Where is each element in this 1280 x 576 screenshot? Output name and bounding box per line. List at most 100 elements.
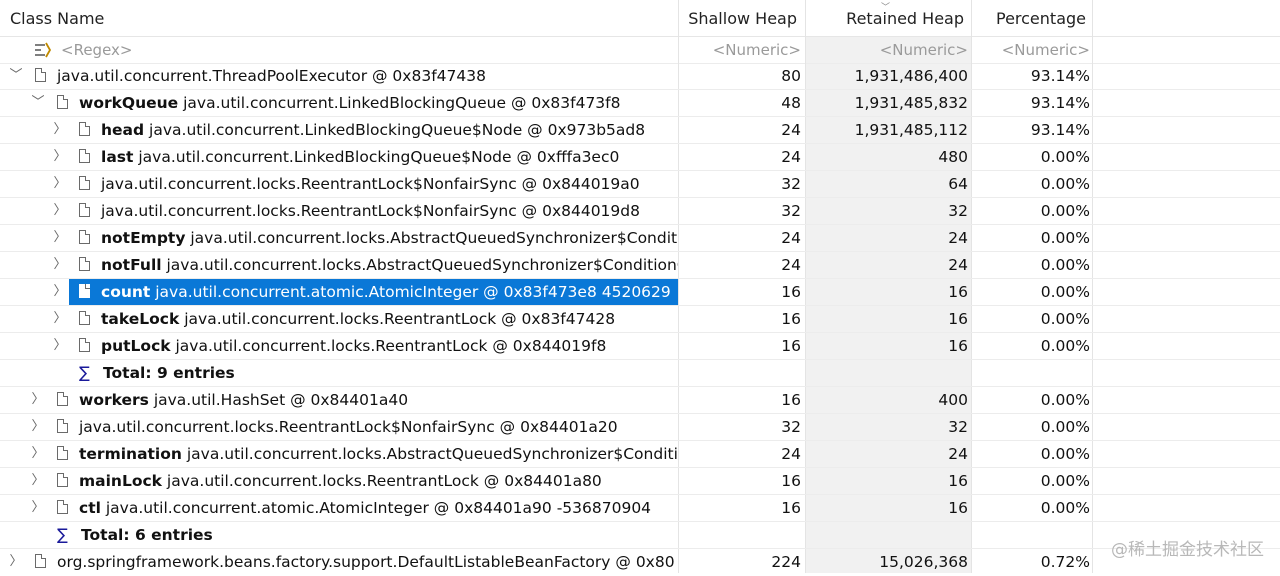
retained-heap-value: 1,931,485,832	[854, 94, 968, 112]
percentage-value: 93.14%	[1030, 67, 1090, 85]
tree-row[interactable]: 〉 last java.util.concurrent.LinkedBlocki…	[0, 144, 1280, 171]
percentage-value: 0.00%	[1040, 283, 1090, 301]
retained-heap-value: 400	[938, 391, 968, 409]
tree-row[interactable]: 〉 ctl java.util.concurrent.atomic.Atomic…	[0, 495, 1280, 522]
sigma-total-icon: ∑	[57, 525, 68, 544]
percentage-value: 0.00%	[1040, 175, 1090, 193]
retained-heap-value: 480	[938, 148, 968, 166]
watermark-text: @稀土掘金技术社区	[1111, 540, 1264, 560]
chevron-right-icon[interactable]: 〉	[31, 414, 45, 440]
object-label: java.util.concurrent.locks.ReentrantLock…	[79, 418, 618, 436]
field-name: notEmpty	[101, 229, 186, 247]
column-header-class-name[interactable]: Class Name	[10, 0, 104, 36]
chevron-right-icon[interactable]: 〉	[31, 468, 45, 494]
chevron-right-icon[interactable]: 〉	[31, 441, 45, 467]
object-label: java.util.concurrent.locks.AbstractQueue…	[161, 256, 679, 274]
object-label: java.util.concurrent.locks.AbstractQueue…	[185, 229, 678, 247]
percentage-value: 0.00%	[1040, 472, 1090, 490]
chevron-down-icon[interactable]: ﹀	[9, 63, 23, 89]
object-label: java.util.concurrent.locks.ReentrantLock…	[179, 310, 616, 328]
tree-row[interactable]: 〉 mainLock java.util.concurrent.locks.Re…	[0, 468, 1280, 495]
retained-heap-value: 24	[948, 445, 968, 463]
chevron-right-icon[interactable]: 〉	[53, 144, 67, 170]
shallow-heap-value: 16	[781, 391, 801, 409]
shallow-heap-value: 24	[781, 148, 801, 166]
chevron-right-icon[interactable]: 〉	[53, 306, 67, 332]
tree-row[interactable]: 〉 putLock java.util.concurrent.locks.Ree…	[0, 333, 1280, 360]
tree-row[interactable]: 〉 head java.util.concurrent.LinkedBlocki…	[0, 117, 1280, 144]
tree-row[interactable]: 〉 notEmpty java.util.concurrent.locks.Ab…	[0, 225, 1280, 252]
shallow-heap-value: 24	[781, 121, 801, 139]
percentage-value: 0.00%	[1040, 229, 1090, 247]
percentage-value: 0.00%	[1040, 499, 1090, 517]
tree-row[interactable]: ﹀ workQueue java.util.concurrent.LinkedB…	[0, 90, 1280, 117]
tree-row-selected[interactable]: 〉 count java.util.concurrent.atomic.Atom…	[0, 279, 1280, 306]
object-label: java.util.concurrent.atomic.AtomicIntege…	[100, 499, 652, 517]
column-header-row: Class Name Shallow Heap ﹀ Retained Heap …	[0, 0, 1280, 37]
tree-row[interactable]: 〉 takeLock java.util.concurrent.locks.Re…	[0, 306, 1280, 333]
class-name-filter-input[interactable]: <Regex>	[61, 37, 132, 63]
file-object-icon	[57, 500, 68, 514]
retained-heap-value: 1,931,485,112	[854, 121, 968, 139]
tree-row[interactable]: 〉 notFull java.util.concurrent.locks.Abs…	[0, 252, 1280, 279]
shallow-heap-value: 16	[781, 337, 801, 355]
tree-row[interactable]: 〉 java.util.concurrent.locks.ReentrantLo…	[0, 414, 1280, 441]
chevron-right-icon[interactable]: 〉	[53, 225, 67, 251]
shallow-heap-value: 32	[781, 175, 801, 193]
chevron-down-icon[interactable]: ﹀	[31, 90, 45, 116]
field-name: putLock	[101, 337, 171, 355]
object-label: java.util.concurrent.locks.ReentrantLock…	[170, 337, 607, 355]
shallow-heap-value: 24	[781, 256, 801, 274]
shallow-heap-filter-input[interactable]: <Numeric>	[679, 37, 801, 63]
file-object-icon	[79, 284, 90, 298]
object-label: java.util.HashSet @ 0x84401a40	[148, 391, 409, 409]
file-object-icon	[79, 257, 90, 271]
chevron-right-icon[interactable]: 〉	[53, 171, 67, 197]
tree-row[interactable]: ﹀ java.util.concurrent.ThreadPoolExecuto…	[0, 63, 1280, 90]
file-object-icon	[35, 68, 46, 82]
field-name: mainLock	[79, 472, 162, 490]
tree-row[interactable]: 〉 java.util.concurrent.locks.ReentrantLo…	[0, 198, 1280, 225]
chevron-right-icon[interactable]: 〉	[53, 333, 67, 359]
chevron-right-icon[interactable]: 〉	[9, 549, 23, 575]
retained-heap-value: 24	[948, 229, 968, 247]
field-name: workers	[79, 391, 149, 409]
column-header-percentage[interactable]: Percentage	[972, 0, 1090, 36]
chevron-right-icon[interactable]: 〉	[53, 117, 67, 143]
object-label: org.springframework.beans.factory.suppor…	[57, 553, 675, 571]
tree-row[interactable]: 〉 termination java.util.concurrent.locks…	[0, 441, 1280, 468]
retained-heap-value: 15,026,368	[879, 553, 968, 571]
column-header-shallow-heap[interactable]: Shallow Heap	[679, 0, 801, 36]
chevron-right-icon[interactable]: 〉	[31, 495, 45, 521]
retained-heap-filter-input[interactable]: <Numeric>	[807, 37, 968, 63]
object-label: java.util.concurrent.LinkedBlockingQueue…	[133, 148, 620, 166]
chevron-right-icon[interactable]: 〉	[53, 279, 67, 305]
percentage-value: 0.00%	[1040, 148, 1090, 166]
file-object-icon	[35, 554, 46, 568]
chevron-right-icon[interactable]: 〉	[53, 252, 67, 278]
retained-heap-value: 64	[948, 175, 968, 193]
percentage-value: 0.00%	[1040, 445, 1090, 463]
percentage-filter-input[interactable]: <Numeric>	[972, 37, 1090, 63]
percentage-value: 0.00%	[1040, 337, 1090, 355]
retained-heap-value: 32	[948, 418, 968, 436]
shallow-heap-value: 16	[781, 310, 801, 328]
file-object-icon	[79, 122, 90, 136]
percentage-value: 0.00%	[1040, 256, 1090, 274]
filter-regex-icon[interactable]	[33, 41, 53, 59]
column-header-retained-heap[interactable]: Retained Heap	[807, 0, 968, 36]
chevron-right-icon[interactable]: 〉	[53, 198, 67, 224]
file-object-icon	[57, 446, 68, 460]
chevron-right-icon[interactable]: 〉	[31, 387, 45, 413]
file-object-icon	[57, 473, 68, 487]
shallow-heap-value: 16	[781, 499, 801, 517]
retained-heap-value: 32	[948, 202, 968, 220]
object-label: java.util.concurrent.locks.ReentrantLock…	[101, 175, 640, 193]
tree-row[interactable]: 〉 workers java.util.HashSet @ 0x84401a40…	[0, 387, 1280, 414]
tree-row[interactable]: 〉 java.util.concurrent.locks.ReentrantLo…	[0, 171, 1280, 198]
retained-heap-value: 24	[948, 256, 968, 274]
field-name: head	[101, 121, 145, 139]
retained-heap-value: 16	[948, 337, 968, 355]
shallow-heap-value: 32	[781, 202, 801, 220]
tree-row[interactable]: 〉 org.springframework.beans.factory.supp…	[0, 549, 1280, 576]
